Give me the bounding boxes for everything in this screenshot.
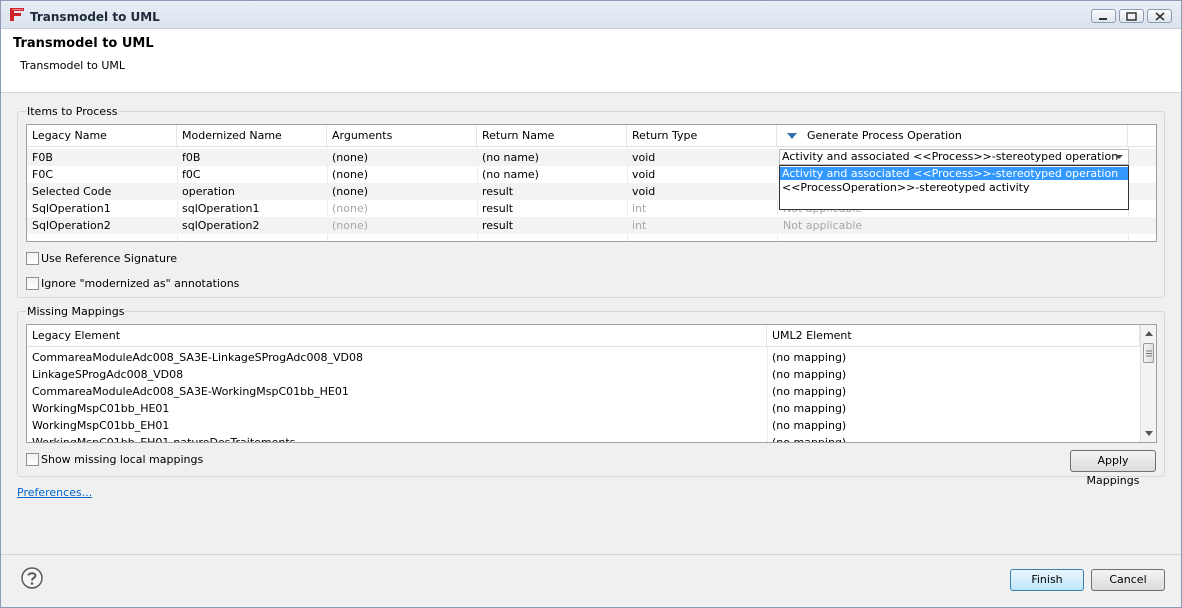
legacy-name-cell: F0B <box>32 151 53 164</box>
return-type-cell: int <box>632 202 647 215</box>
return-name-cell[interactable]: result <box>477 217 627 234</box>
uml2-element-cell[interactable]: (no mapping) <box>767 366 1140 383</box>
modernized-name-cell[interactable]: f0B <box>177 149 327 166</box>
legacy-element-cell: LinkageSProgAdc008_VD08 <box>32 368 184 381</box>
arguments-cell: (none) <box>332 151 369 164</box>
arguments-cell: (none) <box>332 185 369 198</box>
app-icon <box>10 8 24 21</box>
generate-process-dropdown[interactable]: Activity and associated <<Process>>-ster… <box>779 165 1129 210</box>
legacy-name-cell: SqlOperation2 <box>32 219 111 232</box>
legacy-name-cell: Selected Code <box>32 185 112 198</box>
return-name-cell[interactable]: (no name) <box>477 149 627 166</box>
vertical-scrollbar[interactable] <box>1140 325 1156 442</box>
scroll-up-icon[interactable] <box>1145 331 1153 336</box>
window-title: Transmodel to UML <box>30 10 160 24</box>
generate-process-combo[interactable]: Activity and associated <<Process>>-ster… <box>779 149 1129 165</box>
mappings-table[interactable]: Legacy Element UML2 Element CommareaModu… <box>26 324 1157 443</box>
help-icon[interactable] <box>21 567 43 589</box>
col-modernized-name[interactable]: Modernized Name <box>177 125 327 147</box>
show-missing-local-checkbox[interactable] <box>26 453 39 466</box>
table-row[interactable]: WorkingMspC01bb_HE01 (no mapping) <box>27 400 1140 417</box>
maximize-icon <box>1126 12 1137 21</box>
col-legacy-element[interactable]: Legacy Element <box>27 325 767 347</box>
legacy-name-cell: F0C <box>32 168 54 181</box>
title-bar: Transmodel to UML <box>1 1 1181 29</box>
return-name-cell[interactable]: result <box>477 183 627 200</box>
modernized-name-cell[interactable]: operation <box>177 183 327 200</box>
return-type-cell: int <box>632 219 647 232</box>
legacy-element-cell: WorkingMspC01bb_EH01 <box>32 419 170 432</box>
uml2-element-cell[interactable]: (no mapping) <box>767 383 1140 400</box>
return-type-cell: void <box>632 185 656 198</box>
modernized-name-cell[interactable]: sqlOperation1 <box>177 200 327 217</box>
missing-mappings-label: Missing Mappings <box>26 305 126 318</box>
scroll-thumb[interactable] <box>1143 343 1154 363</box>
col-legacy-name[interactable]: Legacy Name <box>27 125 177 147</box>
table-row[interactable]: WorkingMspC01bb_EH01 (no mapping) <box>27 417 1140 434</box>
col-return-type[interactable]: Return Type <box>627 125 777 147</box>
table-row[interactable]: CommareaModuleAdc008_SA3E-WorkingMspC01b… <box>27 383 1140 400</box>
minimize-button[interactable] <box>1091 9 1116 23</box>
col-generate-label: Generate Process Operation <box>807 129 962 142</box>
arguments-cell: (none) <box>332 168 369 181</box>
uml2-element-cell[interactable]: (no mapping) <box>767 349 1140 366</box>
minimize-icon <box>1099 18 1107 20</box>
mappings-table-header: Legacy Element UML2 Element <box>27 325 1140 347</box>
dialog-header: Transmodel to UML Transmodel to UML <box>1 29 1181 93</box>
dialog-title: Transmodel to UML <box>13 36 154 51</box>
show-missing-local-label[interactable]: Show missing local mappings <box>41 453 203 466</box>
dialog-description: Transmodel to UML <box>20 59 126 72</box>
maximize-button[interactable] <box>1119 9 1144 23</box>
preferences-link[interactable]: Preferences... <box>17 486 92 499</box>
return-name-cell[interactable]: (no name) <box>477 166 627 183</box>
generate-cell: Not applicable <box>783 219 863 232</box>
uml2-element-cell[interactable]: (no mapping) <box>767 434 1140 442</box>
legacy-element-cell: CommareaModuleAdc008_SA3E-WorkingMspC01b… <box>32 385 349 398</box>
arguments-cell: (none) <box>332 202 369 215</box>
col-generate-process-operation[interactable]: Generate Process Operation <box>777 125 1128 147</box>
close-button[interactable] <box>1147 9 1172 23</box>
legacy-name-cell: SqlOperation1 <box>32 202 111 215</box>
grip-icon <box>1146 350 1152 357</box>
finish-button[interactable]: Finish <box>1010 569 1084 591</box>
table-row[interactable]: SqlOperation2 sqlOperation2 (none) resul… <box>27 217 1156 234</box>
apply-mappings-button[interactable]: Apply Mappings <box>1070 450 1156 487</box>
return-name-cell[interactable]: result <box>477 200 627 217</box>
items-to-process-label: Items to Process <box>26 105 119 118</box>
use-reference-signature-label[interactable]: Use Reference Signature <box>41 252 177 265</box>
arguments-cell: (none) <box>332 219 369 232</box>
legacy-element-cell: CommareaModuleAdc008_SA3E-LinkageSProgAd… <box>32 351 363 364</box>
return-type-cell: void <box>632 168 656 181</box>
modernized-name-cell[interactable]: sqlOperation2 <box>177 217 327 234</box>
col-uml2-element[interactable]: UML2 Element <box>767 325 1140 347</box>
dropdown-option-process-activity[interactable]: <<ProcessOperation>>-stereotyped activit… <box>780 181 1128 194</box>
col-arguments[interactable]: Arguments <box>327 125 477 147</box>
table-row[interactable]: LinkageSProgAdc008_VD08 (no mapping) <box>27 366 1140 383</box>
items-table-header: Legacy Name Modernized Name Arguments Re… <box>27 125 1156 147</box>
scroll-down-icon[interactable] <box>1145 431 1153 436</box>
ignore-modernized-label[interactable]: Ignore "modernized as" annotations <box>41 277 239 290</box>
return-type-cell: void <box>632 151 656 164</box>
col-return-name[interactable]: Return Name <box>477 125 627 147</box>
dialog-window: Transmodel to UML Transmodel to UML Tran… <box>0 0 1182 608</box>
modernized-name-cell[interactable]: f0C <box>177 166 327 183</box>
legacy-element-cell: WorkingMspC01bb_EH01-natureDesTraitement… <box>32 436 296 443</box>
table-row[interactable]: WorkingMspC01bb_EH01-natureDesTraitement… <box>27 434 1140 443</box>
cancel-button[interactable]: Cancel <box>1091 569 1165 591</box>
uml2-element-cell[interactable]: (no mapping) <box>767 400 1140 417</box>
sort-desc-icon <box>787 132 797 139</box>
items-table[interactable]: Legacy Name Modernized Name Arguments Re… <box>26 124 1157 242</box>
dropdown-option-process-operation[interactable]: Activity and associated <<Process>>-ster… <box>780 167 1128 180</box>
footer-divider <box>1 554 1181 555</box>
combo-selected-value: Activity and associated <<Process>>-ster… <box>782 150 1119 163</box>
legacy-element-cell: WorkingMspC01bb_HE01 <box>32 402 170 415</box>
uml2-element-cell[interactable]: (no mapping) <box>767 417 1140 434</box>
ignore-modernized-checkbox[interactable] <box>26 277 39 290</box>
close-icon <box>1155 12 1165 21</box>
use-reference-signature-checkbox[interactable] <box>26 252 39 265</box>
chevron-down-icon[interactable] <box>1115 155 1123 160</box>
table-row[interactable]: CommareaModuleAdc008_SA3E-LinkageSProgAd… <box>27 349 1140 366</box>
